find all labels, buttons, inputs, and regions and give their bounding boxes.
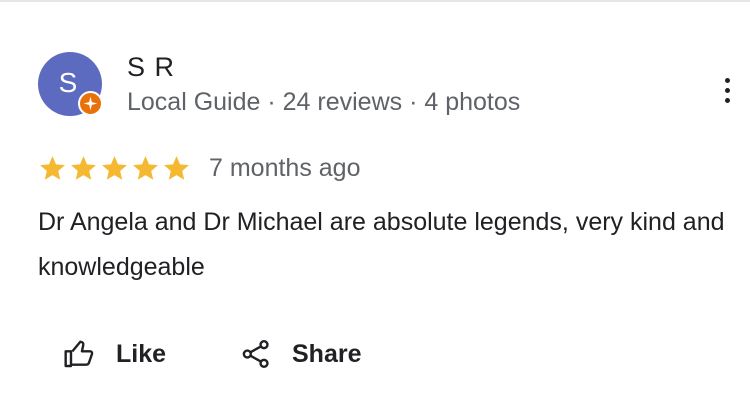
avatar-initial: S (58, 66, 78, 98)
review-card: S S R Local Guide · 24 reviews · 4 photo… (0, 0, 750, 410)
star-icon (71, 156, 96, 180)
more-options-button[interactable] (712, 72, 742, 108)
more-vertical-icon-dot (724, 87, 730, 93)
star-rating (38, 154, 191, 183)
thumbs-up-icon (64, 340, 94, 368)
share-icon (242, 340, 269, 368)
share-button[interactable]: Share (240, 338, 361, 370)
star-icon (102, 156, 127, 180)
local-guide-star-icon (78, 91, 103, 116)
star-icon (133, 156, 158, 180)
reviewer-meta: Local Guide · 24 reviews · 4 photos (127, 88, 521, 116)
star-icon (164, 156, 189, 180)
star-icon (40, 156, 65, 180)
review-text: Dr Angela and Dr Michael are absolute le… (38, 208, 725, 281)
reviewer-name[interactable]: S R (127, 52, 175, 83)
rating-row: 7 months ago (38, 154, 361, 183)
review-date: 7 months ago (209, 154, 361, 182)
share-label: Share (292, 339, 362, 368)
like-button[interactable]: Like (62, 338, 166, 370)
like-label: Like (116, 339, 167, 368)
more-vertical-icon (724, 77, 730, 83)
more-vertical-icon-dot (724, 97, 730, 103)
